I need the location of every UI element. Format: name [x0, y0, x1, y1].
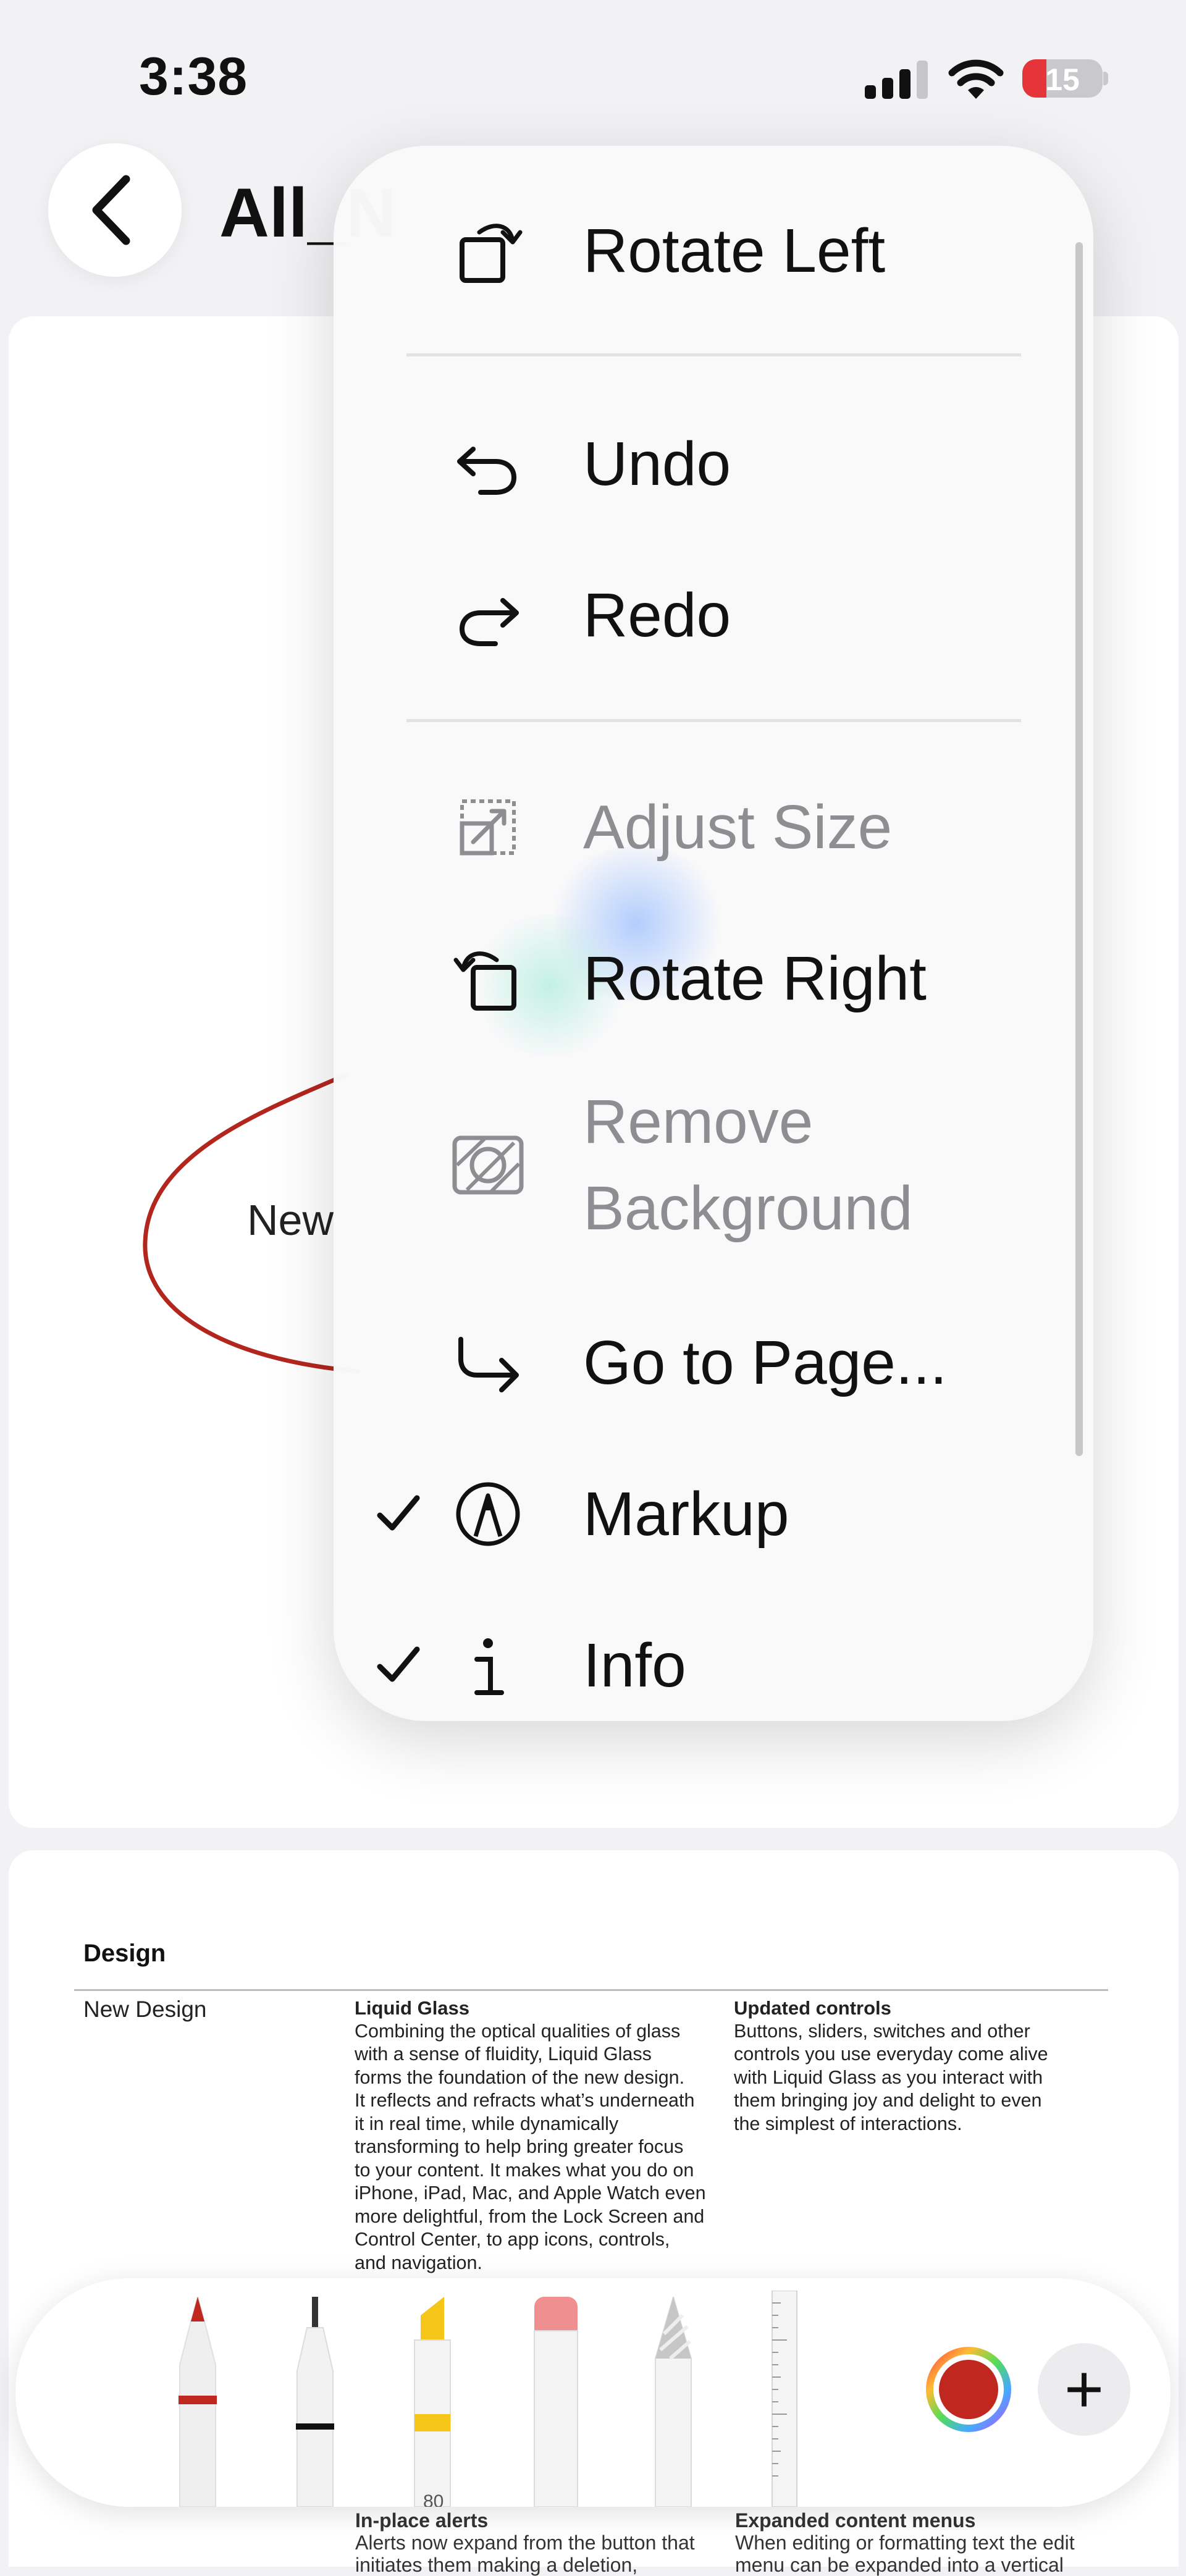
menu-item-redo[interactable]: Redo [334, 572, 1093, 659]
doc-line: It reflects and refracts what’s undernea… [355, 2090, 695, 2111]
menu-item-label: Redo [583, 581, 731, 650]
doc-line: When editing or formatting text the edit [735, 2532, 1075, 2554]
rotate-right-icon [451, 941, 525, 1016]
menu-item-label: Remove [583, 1087, 814, 1156]
doc-line: forms the foundation of the new design. [355, 2066, 685, 2088]
highlighter-tool[interactable] [398, 2297, 466, 2507]
doc-column-updated-controls: Updated controls Buttons, sliders, switc… [734, 1997, 1104, 2136]
cellular-signal-icon [865, 61, 928, 99]
chevron-left-icon [92, 175, 130, 245]
remove-background-icon [451, 1128, 525, 1202]
doc-line: Control Center, to app icons, controls, [355, 2229, 670, 2250]
doc-divider [74, 1989, 1108, 1991]
doc-column-in-place-alerts: In-place alerts Alerts now expand from t… [355, 2509, 738, 2576]
doc-line: with Liquid Glass as you interact with [734, 2066, 1043, 2088]
status-time: 3:38 [139, 47, 248, 106]
doc-line: Combining the optical qualities of glass [355, 2020, 681, 2042]
menu-item-rotate-right[interactable]: Rotate Right [334, 935, 1093, 1022]
eraser-tool[interactable] [522, 2297, 590, 2507]
doc-line: and navigation. [355, 2252, 482, 2273]
doc-line: iPhone, iPad, Mac, and Apple Watch even [355, 2182, 706, 2203]
menu-scrollbar[interactable] [1075, 242, 1083, 1456]
doc-line: transforming to help bring greater focus [355, 2136, 684, 2157]
pencil-tool[interactable] [639, 2297, 707, 2507]
doc-line: it in real time, while dynamically [355, 2113, 619, 2134]
menu-item-label: Markup [583, 1480, 789, 1549]
adjust-size-icon [451, 790, 525, 864]
page-annotation-text: New [247, 1196, 334, 1244]
menu-item-label: Rotate Right [583, 944, 927, 1013]
fineliner-tool[interactable] [281, 2297, 349, 2507]
battery-tip [1103, 72, 1108, 85]
menu-item-markup[interactable]: Markup [334, 1471, 1093, 1557]
info-icon [451, 1628, 525, 1703]
menu-item-info[interactable]: Info [334, 1622, 1093, 1709]
color-picker-button[interactable] [925, 2346, 1012, 2433]
doc-column-liquid-glass: Liquid Glass Combining the optical quali… [355, 1997, 725, 2275]
wifi-icon [948, 59, 1004, 99]
pen-tool[interactable] [164, 2297, 232, 2507]
doc-line: Alerts now expand from the button that [355, 2532, 695, 2554]
doc-line: Buttons, sliders, switches and other [734, 2020, 1030, 2042]
menu-item-label: Info [583, 1631, 686, 1700]
add-tool-button[interactable]: + [1038, 2343, 1130, 2436]
menu-item-label: Go to Page... [583, 1328, 948, 1397]
doc-col-heading: In-place alerts [355, 2509, 489, 2532]
menu-item-label: Undo [583, 429, 731, 499]
doc-column-expanded-menus: Expanded content menus When editing or f… [735, 2509, 1118, 2576]
menu-separator [406, 719, 1021, 722]
ruler-tool[interactable] [760, 2291, 809, 2507]
back-button[interactable] [48, 143, 182, 277]
menu-item-label: Rotate Left [583, 216, 886, 285]
checkmark-icon [377, 1495, 420, 1531]
doc-line: initiates them making a deletion, [355, 2554, 638, 2576]
menu-item-remove-background[interactable]: Remove Background [334, 1079, 1093, 1252]
doc-line: menu can be expanded into a vertical [735, 2554, 1064, 2576]
doc-col-heading: Expanded content menus [735, 2509, 976, 2532]
markup-icon [451, 1477, 525, 1551]
doc-line: the simplest of interactions. [734, 2113, 962, 2134]
undo-icon [451, 427, 525, 501]
menu-item-rotate-left[interactable]: Rotate Left [334, 208, 1093, 294]
doc-section-heading: Design [83, 1940, 166, 1967]
battery-indicator: 15 [1022, 59, 1103, 98]
rotate-left-icon [451, 214, 525, 288]
plus-icon: + [1064, 2351, 1104, 2427]
doc-line: with a sense of fluidity, Liquid Glass [355, 2044, 652, 2065]
checkmark-icon [377, 1646, 420, 1682]
menu-item-label-line2: Background [583, 1174, 913, 1243]
menu-item-adjust-size[interactable]: Adjust Size [334, 784, 1093, 870]
redo-icon [451, 578, 525, 652]
doc-line: them bringing joy and delight to even [734, 2090, 1042, 2111]
doc-line: more delightful, from the Lock Screen an… [355, 2205, 705, 2227]
doc-line: to your content. It makes what you do on [355, 2159, 694, 2181]
highlighter-size-label: 80 [423, 2491, 444, 2507]
menu-separator [406, 353, 1021, 356]
go-to-page-icon [451, 1326, 525, 1400]
menu-item-undo[interactable]: Undo [334, 421, 1093, 507]
context-menu: Rotate Left Undo Redo Adjust Size Rotate… [334, 146, 1093, 1721]
doc-col-heading: Updated controls [734, 1997, 891, 2019]
markup-toolbar: 80 + [15, 2278, 1171, 2507]
doc-line: controls you use everyday come alive [734, 2044, 1048, 2065]
menu-item-label: Adjust Size [583, 793, 893, 862]
doc-row-label: New Design [83, 1997, 207, 2022]
menu-item-go-to-page[interactable]: Go to Page... [334, 1320, 1093, 1406]
battery-level: 15 [1045, 62, 1080, 97]
doc-col-heading: Liquid Glass [355, 1997, 470, 2019]
